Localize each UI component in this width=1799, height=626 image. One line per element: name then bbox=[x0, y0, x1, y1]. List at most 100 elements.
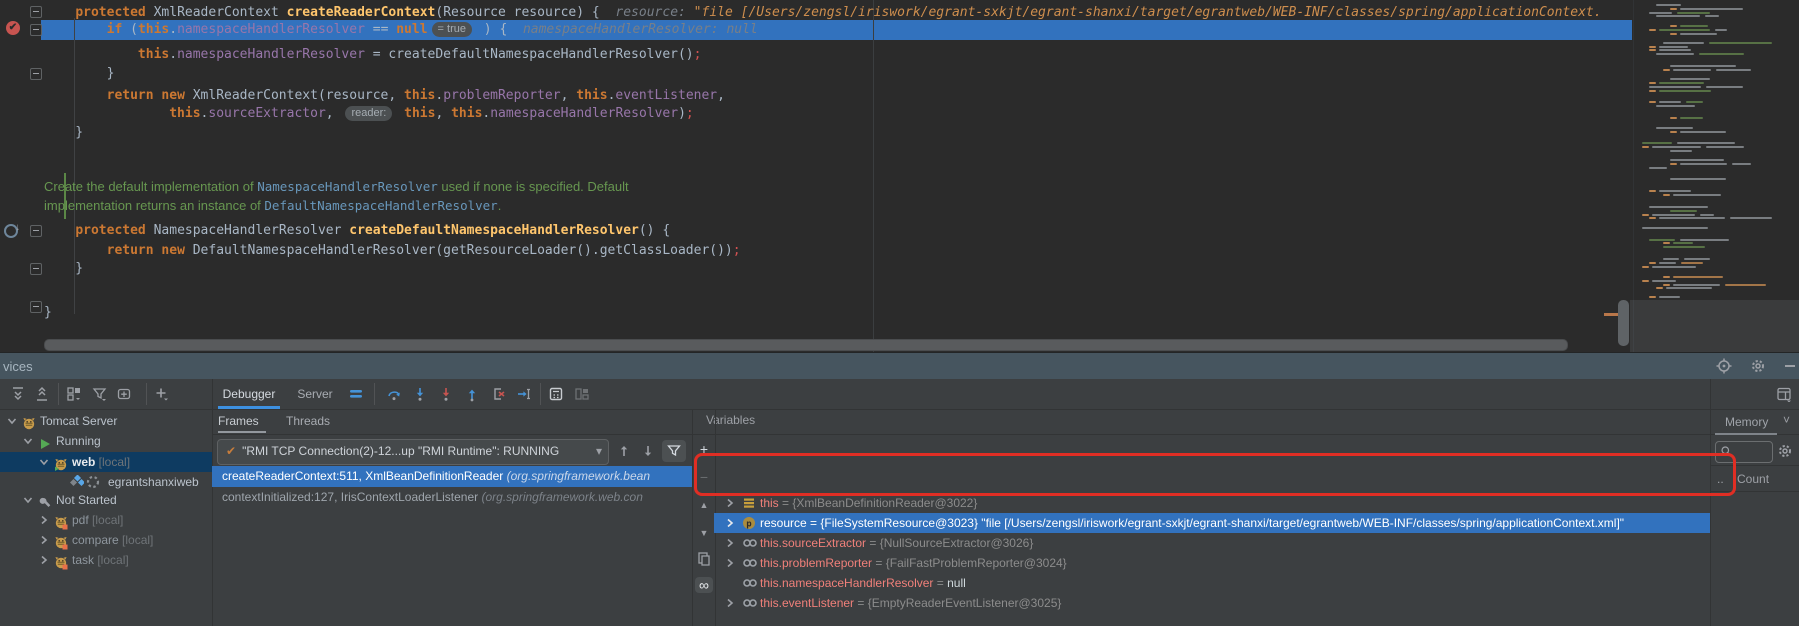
breakpoint-verified-icon[interactable]: ✔ bbox=[6, 21, 20, 35]
variable-row-this-problemReporter[interactable]: this.problemReporter = {FailFastProblemR… bbox=[714, 553, 1710, 573]
chevron-right-icon[interactable] bbox=[38, 514, 50, 526]
code-token: this bbox=[138, 22, 169, 37]
hide-frames-filter-toggle[interactable] bbox=[662, 440, 686, 462]
overriding-method-icon[interactable] bbox=[4, 224, 18, 238]
variable-row-resource[interactable]: presource = {FileSystemResource@3023} "f… bbox=[714, 513, 1710, 533]
memory-title-underline bbox=[1715, 433, 1777, 435]
chevron-right-icon[interactable] bbox=[724, 497, 736, 509]
service-tree-item-web[interactable]: web [local] bbox=[0, 452, 212, 472]
tree-item-suffix: [local] bbox=[94, 553, 129, 567]
group-by-icon[interactable] bbox=[66, 386, 82, 402]
chevron-right-icon[interactable] bbox=[724, 537, 736, 549]
fold-marker-icon[interactable] bbox=[30, 263, 42, 275]
scroll-up-icon[interactable]: ▲ bbox=[696, 497, 712, 513]
count-column-header: Count bbox=[1737, 472, 1769, 486]
service-tree-item-pdf[interactable]: pdf [local] bbox=[0, 510, 212, 530]
minimap-line bbox=[1700, 214, 1714, 216]
thread-selector-dropdown[interactable]: ✔"RMI TCP Connection(2)-12...up "RMI Run… bbox=[217, 439, 609, 465]
fold-marker-icon[interactable] bbox=[30, 301, 42, 313]
tab-debugger[interactable]: Debugger bbox=[218, 379, 280, 409]
force-step-into-icon[interactable] bbox=[438, 386, 454, 402]
step-out-icon[interactable] bbox=[464, 386, 480, 402]
service-tree-item-tomcat-server[interactable]: Tomcat Server bbox=[0, 411, 212, 431]
code-token: this bbox=[138, 47, 169, 62]
code-token bbox=[44, 5, 75, 20]
chevron-right-icon[interactable] bbox=[38, 554, 50, 566]
next-frame-icon[interactable] bbox=[640, 443, 656, 459]
minimize-icon[interactable] bbox=[1782, 358, 1798, 374]
chevron-right-icon[interactable] bbox=[724, 517, 736, 529]
service-tree-item-egrantshanxiweb[interactable]: egrantshanxiweb bbox=[0, 472, 212, 492]
code-token bbox=[44, 47, 138, 62]
drop-frame-icon[interactable] bbox=[490, 386, 506, 402]
step-into-icon[interactable] bbox=[412, 386, 428, 402]
add-watch-icon[interactable]: + bbox=[696, 441, 712, 457]
chevron-right-icon[interactable] bbox=[38, 534, 50, 546]
tree-item-label: compare bbox=[72, 533, 119, 547]
minimap-line bbox=[1656, 53, 1694, 55]
evaluate-expression-icon[interactable] bbox=[548, 386, 564, 402]
code-token: . bbox=[435, 88, 443, 103]
chevron-down-icon[interactable] bbox=[38, 456, 50, 468]
tree-item-label: web bbox=[72, 455, 95, 469]
scroll-down-icon[interactable]: ▼ bbox=[696, 525, 712, 541]
minimap-line bbox=[1670, 163, 1677, 165]
chevron-down-icon[interactable] bbox=[22, 435, 34, 447]
code-line: return new DefaultNamespaceHandlerResolv… bbox=[44, 241, 741, 260]
pause-icon[interactable] bbox=[348, 386, 364, 402]
memory-search-input[interactable] bbox=[1715, 441, 1773, 463]
remove-watch-icon[interactable]: − bbox=[696, 469, 712, 485]
tomcat-icon bbox=[54, 516, 68, 530]
service-tree-item-running[interactable]: Running bbox=[0, 431, 212, 451]
watches-toggle-icon[interactable]: ∞ bbox=[695, 577, 713, 593]
frame-row[interactable]: createReaderContext:511, XmlBeanDefiniti… bbox=[212, 466, 692, 487]
frame-row[interactable]: contextInitialized:127, IrisContextLoade… bbox=[212, 487, 692, 508]
horizontal-scrollbar[interactable] bbox=[44, 339, 1568, 351]
chevron-right-icon[interactable] bbox=[724, 597, 736, 609]
variable-value: {XmlBeanDefinitionReader@3022} bbox=[792, 496, 977, 510]
minimap-line bbox=[1642, 280, 1649, 282]
service-tree-item-compare[interactable]: compare [local] bbox=[0, 530, 212, 550]
prev-frame-icon[interactable] bbox=[616, 443, 632, 459]
target-icon[interactable] bbox=[1716, 358, 1732, 374]
filter-icon[interactable] bbox=[92, 386, 108, 402]
service-tree-item-not-started[interactable]: Not Started bbox=[0, 490, 212, 510]
variable-row-this-eventListener[interactable]: this.eventListener = {EmptyReaderEventLi… bbox=[714, 593, 1710, 613]
tab-server[interactable]: Server bbox=[292, 379, 338, 409]
code-editor[interactable]: protected XmlReaderContext createReaderC… bbox=[0, 0, 1799, 352]
expand-all-icon[interactable] bbox=[10, 386, 26, 402]
collapse-all-icon[interactable] bbox=[34, 386, 50, 402]
copy-stack-icon[interactable] bbox=[696, 551, 712, 567]
minimap-line bbox=[1649, 46, 1656, 48]
code-token: == bbox=[373, 22, 396, 37]
code-token: namespaceHandlerResolver bbox=[177, 47, 365, 62]
variable-row-this[interactable]: this = {XmlBeanDefinitionReader@3022} bbox=[714, 493, 1710, 513]
code-token: return new bbox=[107, 243, 193, 258]
code-token: this bbox=[169, 106, 200, 121]
minimap-line bbox=[1642, 227, 1708, 229]
services-panel-header[interactable]: vices bbox=[0, 353, 1799, 379]
gear-icon[interactable] bbox=[1750, 358, 1766, 374]
field-icon bbox=[742, 596, 758, 610]
vertical-scrollbar[interactable] bbox=[1618, 300, 1629, 346]
variable-row-this-sourceExtractor[interactable]: this.sourceExtractor = {NullSourceExtrac… bbox=[714, 533, 1710, 553]
chevron-down-icon[interactable] bbox=[22, 494, 34, 506]
chevron-down-icon[interactable] bbox=[6, 415, 18, 427]
memory-settings-gear-icon[interactable] bbox=[1777, 443, 1793, 459]
add-service-icon[interactable] bbox=[154, 386, 170, 402]
memory-collapse-chevron-icon[interactable]: ˅ bbox=[1783, 413, 1790, 427]
code-token: eventListener bbox=[615, 88, 717, 103]
variable-row-this-namespaceHandlerResolver[interactable]: this.namespaceHandlerResolver = null bbox=[714, 573, 1710, 593]
fold-marker-icon[interactable] bbox=[30, 225, 42, 237]
service-tree-item-task[interactable]: task [local] bbox=[0, 550, 212, 570]
run-to-cursor-icon[interactable] bbox=[516, 386, 532, 402]
step-over-icon[interactable] bbox=[386, 386, 402, 402]
fold-marker-icon[interactable] bbox=[30, 24, 42, 36]
minimap-viewport[interactable] bbox=[1630, 300, 1799, 352]
fold-marker-icon[interactable] bbox=[30, 6, 42, 18]
fold-marker-icon[interactable] bbox=[30, 68, 42, 80]
chevron-right-icon[interactable] bbox=[724, 557, 736, 569]
layout-settings-icon[interactable] bbox=[574, 386, 590, 402]
add-frame-icon[interactable] bbox=[116, 386, 132, 402]
memory-table-header[interactable]: .. Count bbox=[1711, 467, 1799, 491]
